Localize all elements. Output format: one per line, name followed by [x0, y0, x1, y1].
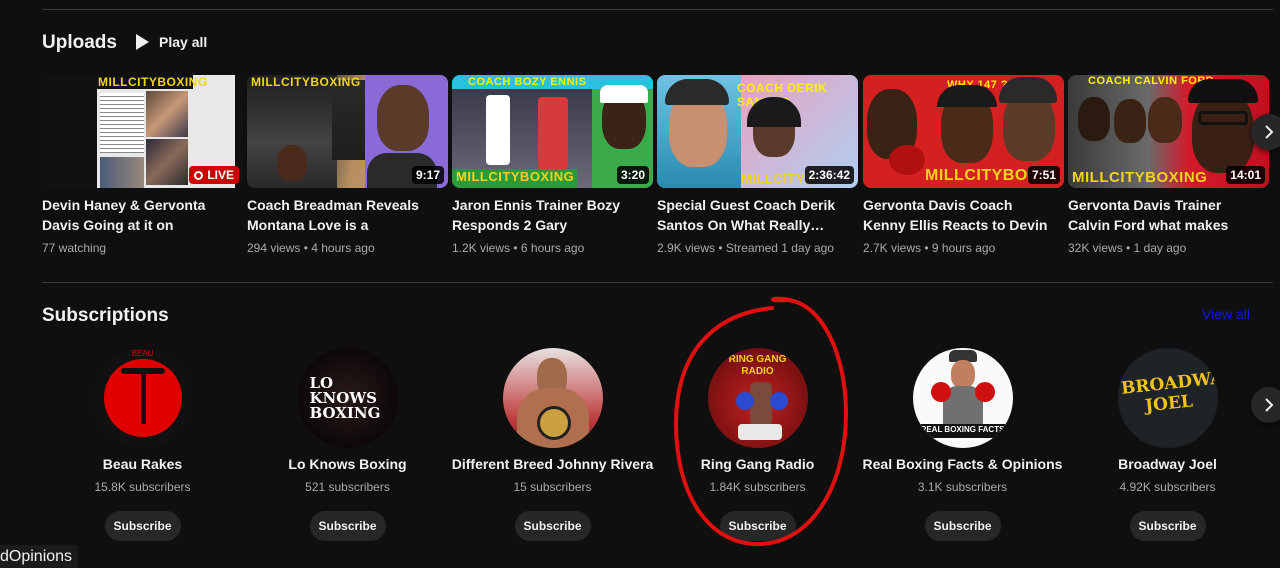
video-card[interactable]: MILLCITYBOXING LIVE Devin Haney & Gervon…: [42, 75, 243, 255]
channel-avatar[interactable]: RING GANG RADIO: [707, 348, 808, 448]
subscribe-button[interactable]: Subscribe: [719, 511, 796, 541]
chevron-right-icon: [1265, 398, 1274, 412]
video-meta: 1.2K views • 6 hours ago: [452, 241, 585, 255]
subscriber-count: 1.84K subscribers: [709, 480, 806, 494]
video-card[interactable]: COACH CALVIN FORD MILLCITYBOXING 14:01 G…: [1068, 75, 1269, 255]
video-meta: 294 views • 4 hours ago: [247, 241, 375, 255]
video-thumbnail[interactable]: COACH CALVIN FORD MILLCITYBOXING 14:01: [1068, 75, 1269, 188]
thumbnail-brand-text: MILLCITYBOXING: [456, 169, 575, 184]
video-meta: 2.7K views • 9 hours ago: [863, 241, 996, 255]
subscribe-button[interactable]: Subscribe: [1129, 511, 1206, 541]
channel-name[interactable]: Different Breed Johnny Rivera: [450, 456, 655, 472]
video-title[interactable]: Gervonta Davis Coach Kenny Ellis Reacts …: [863, 195, 1053, 235]
uploads-next-button[interactable]: [1251, 114, 1280, 150]
thumbnail-brand-text: MILLCITYBOXING: [251, 75, 361, 89]
video-title[interactable]: Jaron Ennis Trainer Bozy Responds 2 Gary…: [452, 195, 642, 235]
play-icon: [136, 34, 149, 50]
channel-card: RING GANG RADIO Ring Gang Radio 1.84K su…: [655, 345, 860, 541]
subscribe-button[interactable]: Subscribe: [924, 511, 1001, 541]
video-duration: 3:20: [616, 166, 649, 184]
channel-avatar[interactable]: [502, 348, 603, 448]
channel-avatar[interactable]: REAL BOXING FACTS: [912, 348, 1013, 448]
video-card[interactable]: COACH BOZY ENNIS MILLCITYBOXING 3:20 Jar…: [452, 75, 653, 255]
channel-name[interactable]: Broadway Joel: [1065, 456, 1270, 472]
video-meta: 32K views • 1 day ago: [1068, 241, 1187, 255]
section-divider: [42, 282, 1273, 283]
subscriptions-shelf: BEAU Beau Rakes 15.8K subscribers Subscr…: [40, 345, 1280, 545]
video-title[interactable]: Special Guest Coach Derik Santos On What…: [657, 195, 847, 235]
uploads-heading: Uploads: [42, 32, 117, 53]
channel-name[interactable]: Beau Rakes: [40, 456, 245, 472]
video-thumbnail[interactable]: MILLCITYBOXING 9:17: [247, 75, 448, 188]
video-title[interactable]: Devin Haney & Gervonta Davis Going at it…: [42, 195, 232, 235]
thumbnail-brand-text: MILLCITYBOXING: [98, 75, 208, 89]
video-title[interactable]: Coach Breadman Reveals Montana Love is a…: [247, 195, 437, 235]
video-thumbnail[interactable]: COACH BOZY ENNIS MILLCITYBOXING 3:20: [452, 75, 653, 188]
thumbnail-brand-text: MILLCITYB: [741, 171, 815, 186]
channel-avatar[interactable]: LO KNOWS BOXING: [297, 348, 398, 448]
subscribe-button[interactable]: Subscribe: [309, 511, 386, 541]
channel-name[interactable]: Lo Knows Boxing: [245, 456, 450, 472]
video-card[interactable]: COACH DERIK SANTOS MILLCITYB 2:36:42 Spe…: [657, 75, 858, 255]
video-title[interactable]: Gervonta Davis Trainer Calvin Ford what …: [1068, 195, 1258, 235]
thumbnail-brand-text: MILLCITYBO: [925, 167, 1028, 184]
play-all-button[interactable]: Play all: [130, 30, 207, 54]
live-icon: [194, 170, 204, 180]
video-meta: 77 watching: [42, 241, 107, 255]
video-duration: 14:01: [1226, 166, 1265, 184]
video-meta: 2.9K views • Streamed 1 day ago: [657, 241, 834, 255]
subscriber-count: 4.92K subscribers: [1119, 480, 1216, 494]
video-duration: 2:36:42: [804, 166, 854, 184]
subscribe-button[interactable]: Subscribe: [104, 511, 181, 541]
channel-avatar[interactable]: BROADWAY JOEL: [1117, 348, 1218, 448]
channel-card: REAL BOXING FACTS Real Boxing Facts & Op…: [860, 345, 1065, 541]
view-all-link[interactable]: View all: [1202, 306, 1250, 322]
video-thumbnail[interactable]: WHY 147 ? MILLCITYBO 7:51: [863, 75, 1064, 188]
channel-avatar[interactable]: BEAU: [92, 348, 193, 448]
video-thumbnail[interactable]: COACH DERIK SANTOS MILLCITYB 2:36:42: [657, 75, 858, 188]
play-all-label: Play all: [159, 34, 208, 50]
video-card[interactable]: WHY 147 ? MILLCITYBO 7:51 Gervonta Davis…: [863, 75, 1064, 255]
video-duration: 9:17: [411, 166, 444, 184]
subscriptions-next-button[interactable]: [1251, 387, 1280, 423]
top-divider: [42, 9, 1273, 10]
uploads-shelf: MILLCITYBOXING LIVE Devin Haney & Gervon…: [42, 75, 1280, 275]
video-card[interactable]: MILLCITYBOXING 9:17 Coach Breadman Revea…: [247, 75, 448, 255]
chevron-right-icon: [1265, 125, 1274, 139]
thumbnail-brand-text: MILLCITYBOXING: [1072, 169, 1208, 186]
thumbnail-caption: COACH BOZY ENNIS: [468, 76, 587, 88]
channel-name[interactable]: Real Boxing Facts & Opinions: [860, 456, 1065, 472]
subscriber-count: 3.1K subscribers: [917, 480, 1008, 494]
video-thumbnail[interactable]: MILLCITYBOXING LIVE: [42, 75, 243, 188]
channel-card: LO KNOWS BOXING Lo Knows Boxing 521 subs…: [245, 345, 450, 541]
subscriber-count: 521 subscribers: [305, 480, 390, 494]
channel-card: BEAU Beau Rakes 15.8K subscribers Subscr…: [40, 345, 245, 541]
channel-card: BROADWAY JOEL Broadway Joel 4.92K subscr…: [1065, 345, 1270, 541]
channel-name[interactable]: Ring Gang Radio: [655, 456, 860, 472]
subscriptions-heading: Subscriptions: [42, 305, 169, 326]
live-badge: LIVE: [189, 166, 239, 184]
hover-tooltip: dOpinions: [0, 545, 79, 568]
channel-card: Different Breed Johnny Rivera 15 subscri…: [450, 345, 655, 541]
subscribe-button[interactable]: Subscribe: [514, 511, 591, 541]
subscriber-count: 15 subscribers: [513, 480, 592, 494]
subscriber-count: 15.8K subscribers: [94, 480, 191, 494]
video-duration: 7:51: [1027, 166, 1060, 184]
